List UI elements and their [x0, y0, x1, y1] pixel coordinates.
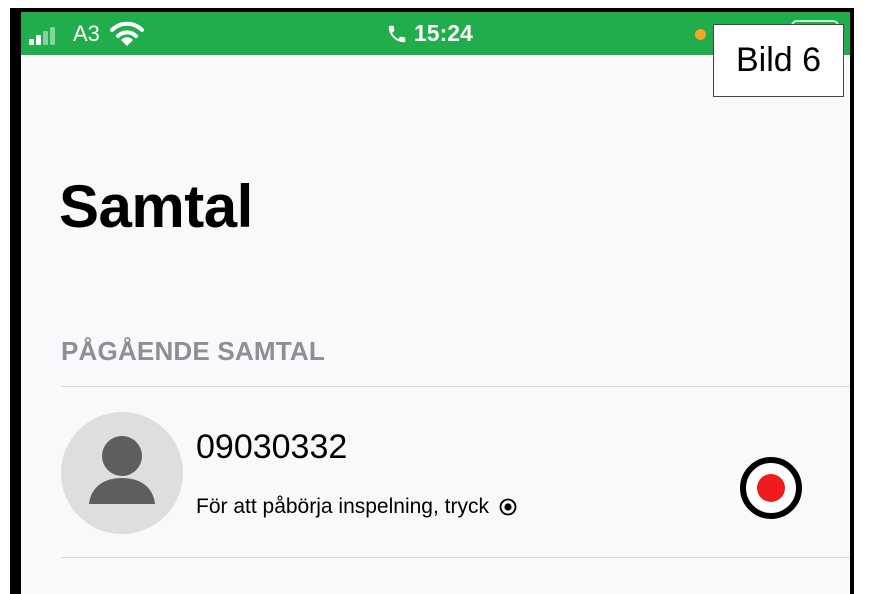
recording-hint-text: För att påbörja inspelning, tryck [196, 495, 489, 518]
signal-icon [29, 27, 63, 45]
orange-dot-indicator [695, 29, 706, 40]
avatar [61, 412, 183, 534]
recording-hint: För att påbörja inspelning, tryck [196, 495, 517, 519]
caller-number: 09030332 [196, 428, 348, 466]
status-time: 15:24 [414, 20, 473, 46]
carrier-label: A3 [73, 21, 100, 46]
wifi-icon [110, 21, 144, 46]
section-divider [61, 386, 850, 387]
row-divider [61, 557, 850, 558]
phone-screen: A3 15:24 Bild 6 Samtal PÅGÅENDE SAMTAL 0… [21, 12, 850, 594]
phone-icon [388, 25, 406, 43]
active-call-row[interactable]: 09030332 För att påbörja inspelning, try… [21, 388, 850, 558]
record-button[interactable] [739, 456, 803, 520]
record-small-icon [499, 498, 517, 516]
section-header: PÅGÅENDE SAMTAL [61, 336, 325, 366]
overlay-label: Bild 6 [713, 24, 844, 97]
page-title: Samtal [59, 173, 253, 240]
person-icon [89, 436, 155, 504]
